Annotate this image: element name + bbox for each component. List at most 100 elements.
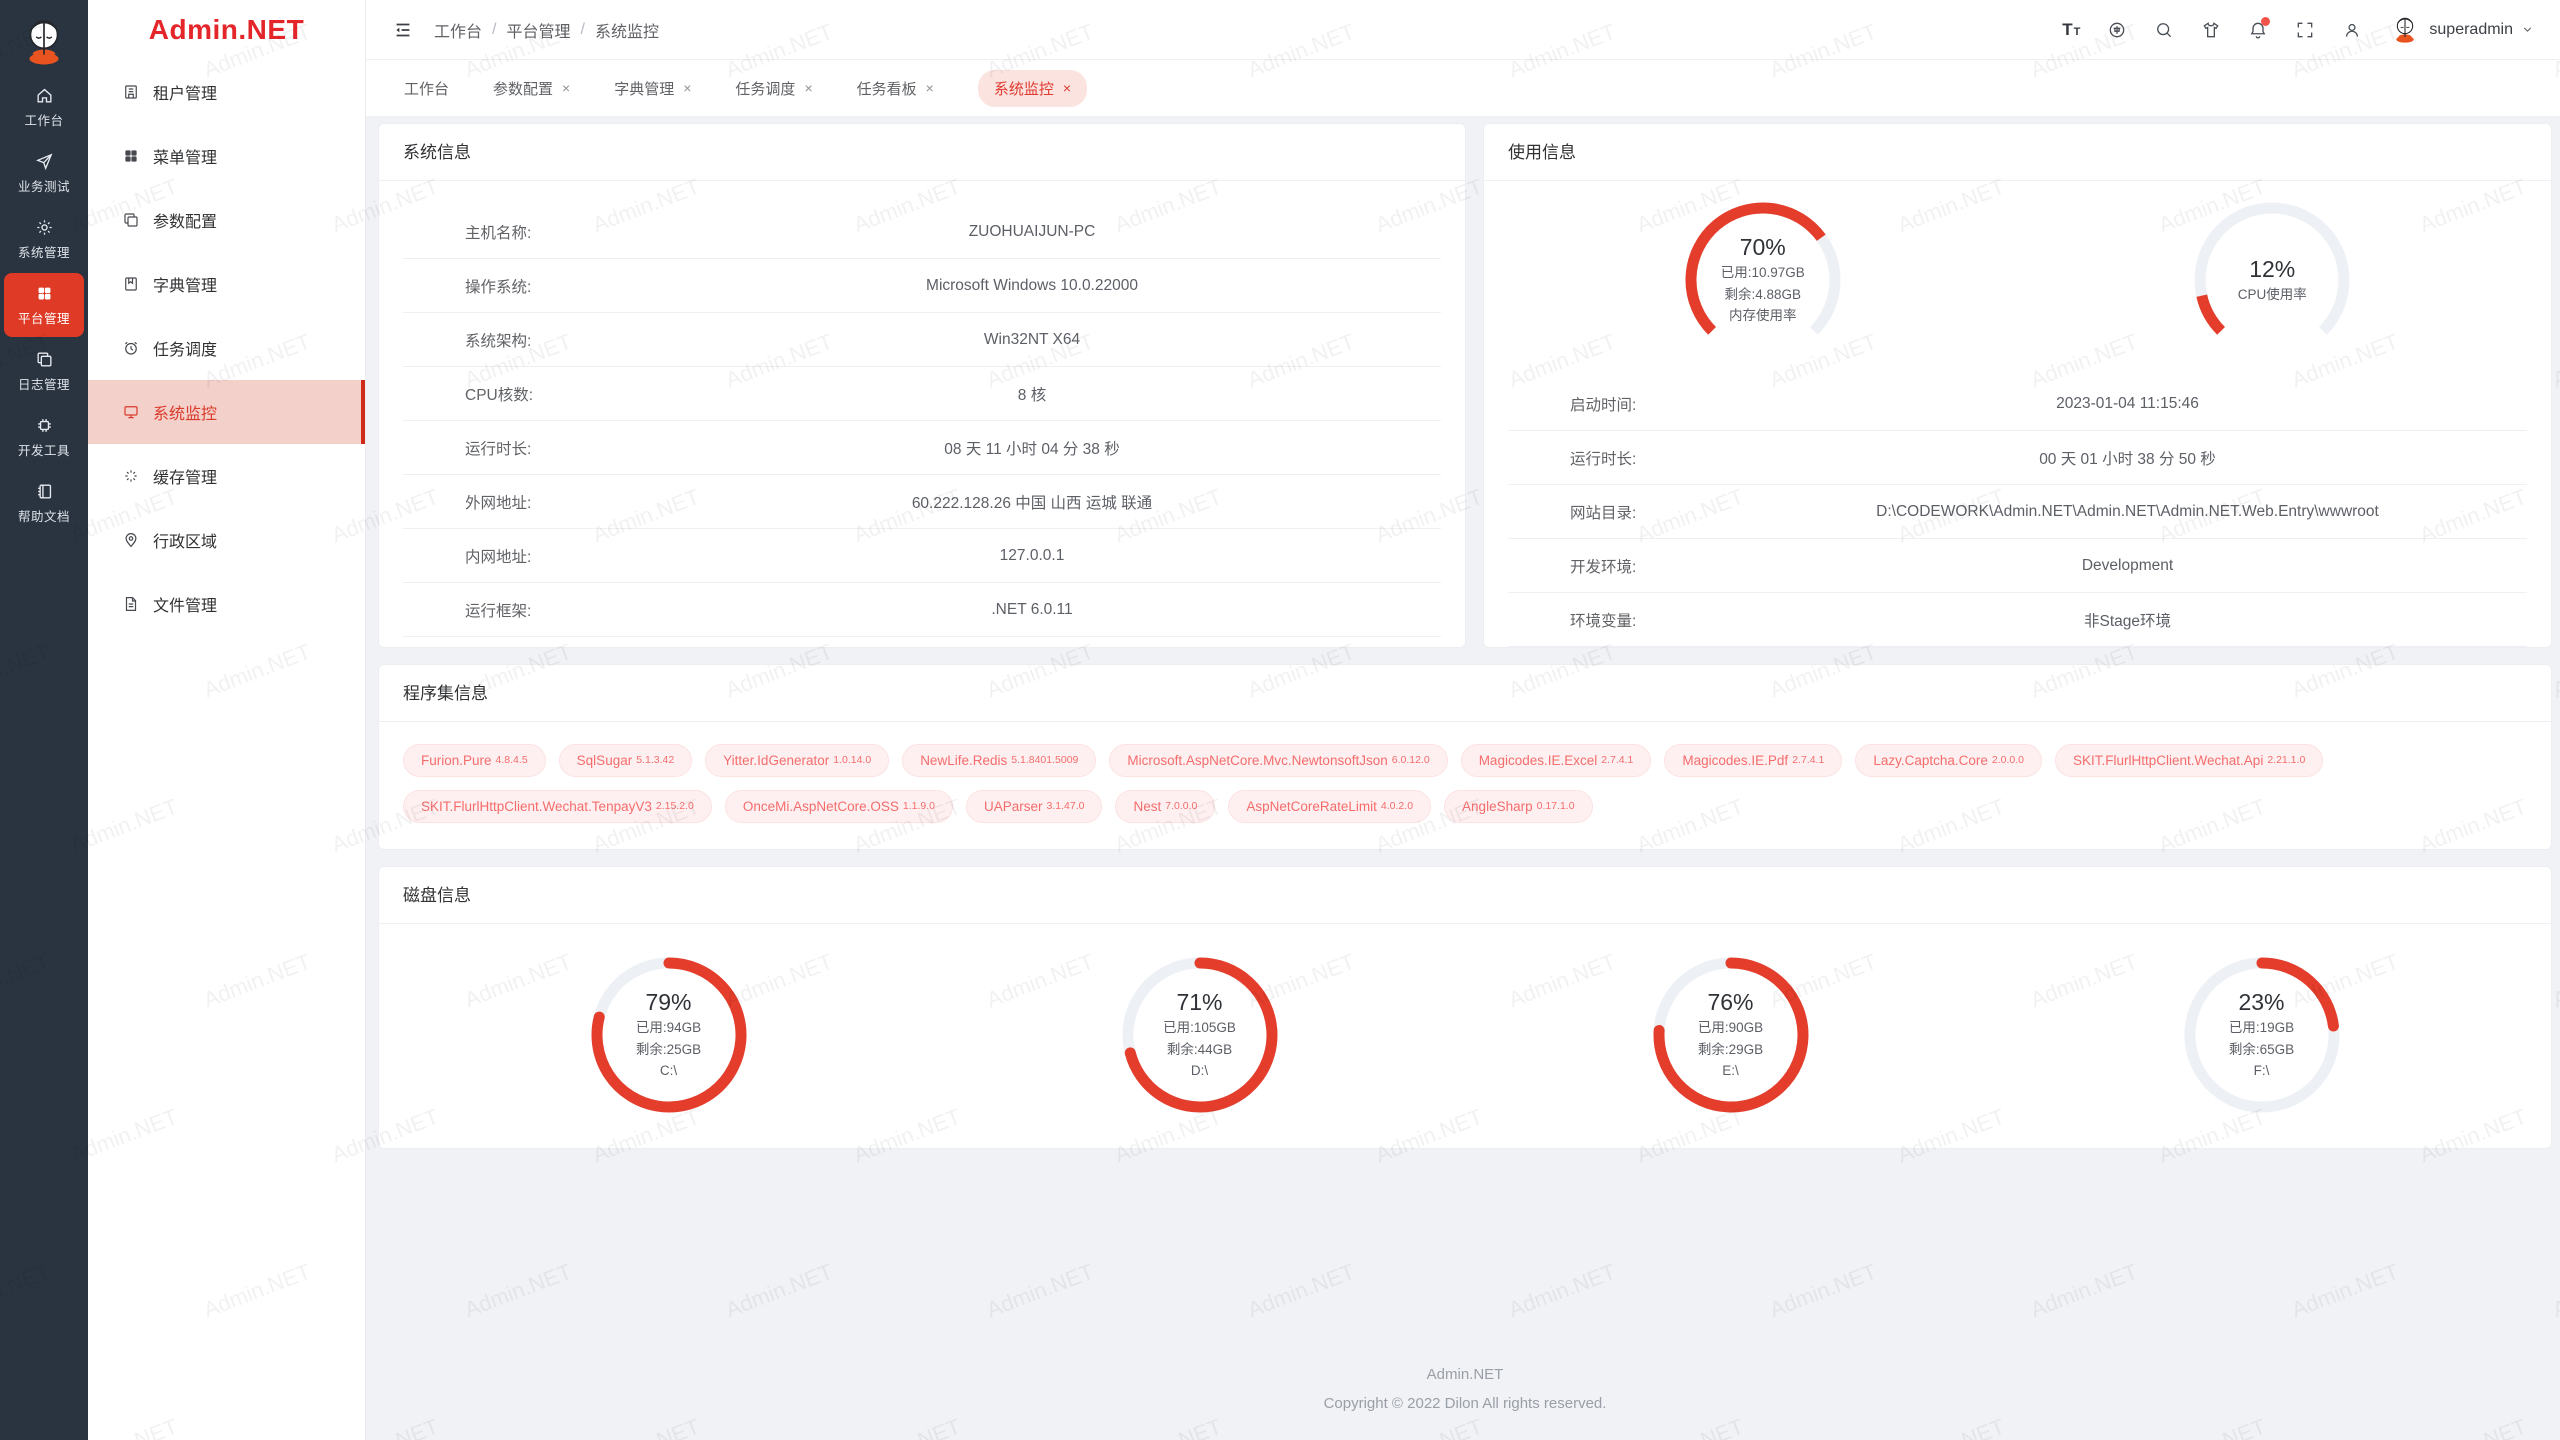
rail-item-dev-tools[interactable]: 开发工具 xyxy=(4,405,84,469)
sidebar-item-dict-mgmt[interactable]: 字典管理 xyxy=(88,252,365,316)
grid-icon xyxy=(122,147,140,165)
info-row: 启动时间:2023-01-04 11:15:46 xyxy=(1508,377,2527,431)
breadcrumb-item[interactable]: 平台管理 xyxy=(506,18,570,42)
theme-skin-icon[interactable] xyxy=(2201,20,2221,40)
breadcrumb: 工作台 / 平台管理 / 系统监控 xyxy=(434,18,659,42)
card-title: 系统信息 xyxy=(379,124,1465,181)
system-info-card: 系统信息 主机名称:ZUOHUAIJUN-PC 操作系统:Microsoft W… xyxy=(378,123,1466,648)
close-icon[interactable]: × xyxy=(562,80,570,96)
language-icon[interactable] xyxy=(2107,20,2127,40)
assemblies-card: 程序集信息 Furion.Pure4.8.4.5 SqlSugar5.1.3.4… xyxy=(378,664,2552,850)
rail-item-label: 工作台 xyxy=(24,110,63,129)
loader-icon xyxy=(122,467,140,485)
rail-item-workbench[interactable]: 工作台 xyxy=(4,75,84,139)
info-row: 运行时长:00 天 01 小时 38 分 50 秒 xyxy=(1508,431,2527,485)
sidebar-item-menu-mgmt[interactable]: 菜单管理 xyxy=(88,124,365,188)
sidebar-item-label: 菜单管理 xyxy=(153,144,217,168)
rail-item-business-test[interactable]: 业务测试 xyxy=(4,141,84,205)
breadcrumb-separator: / xyxy=(580,21,584,39)
notebook-icon xyxy=(35,482,54,501)
avatar xyxy=(2389,14,2421,46)
info-row: 环境变量:非Stage环境 xyxy=(1508,593,2527,647)
sidebar-menu: Admin.NET 租户管理 菜单管理 参数配置 字典管理 任务调度 系统监控 … xyxy=(88,0,366,1440)
assembly-tags: Furion.Pure4.8.4.5 SqlSugar5.1.3.42 Yitt… xyxy=(403,722,2527,849)
tab-workbench[interactable]: 工作台 xyxy=(404,78,449,99)
assembly-tag: SKIT.FlurlHttpClient.Wechat.Api2.21.1.0 xyxy=(2055,744,2323,777)
info-row: 运行框架:.NET 6.0.11 xyxy=(403,583,1441,637)
info-row: 内网地址:127.0.0.1 xyxy=(403,529,1441,583)
sidebar-item-label: 系统监控 xyxy=(153,400,217,424)
rail-item-log-mgmt[interactable]: 日志管理 xyxy=(4,339,84,403)
user-settings-icon[interactable] xyxy=(2342,20,2362,40)
font-size-icon[interactable]: TT xyxy=(2062,21,2080,38)
rail-item-label: 日志管理 xyxy=(18,374,70,393)
assembly-tag: UAParser3.1.47.0 xyxy=(966,790,1102,823)
sidebar-item-label: 参数配置 xyxy=(153,208,217,232)
rail-item-help-docs[interactable]: 帮助文档 xyxy=(4,471,84,535)
fullscreen-icon[interactable] xyxy=(2295,20,2315,40)
paper-plane-icon xyxy=(35,152,54,171)
assembly-tag: AngleSharp0.17.1.0 xyxy=(1444,790,1593,823)
breadcrumb-item[interactable]: 工作台 xyxy=(434,18,482,42)
assembly-tag: Magicodes.IE.Pdf2.7.4.1 xyxy=(1664,744,1842,777)
disk-gauge-f: 23% 已用:19GB 剩余:65GB F:\ xyxy=(2177,950,2347,1120)
chip-icon xyxy=(35,416,54,435)
rail-item-platform-mgmt[interactable]: 平台管理 xyxy=(4,273,84,337)
menu-fold-icon[interactable] xyxy=(392,19,414,41)
close-icon[interactable]: × xyxy=(804,80,812,96)
tab-param-config[interactable]: 参数配置× xyxy=(493,78,570,99)
search-icon[interactable] xyxy=(2154,20,2174,40)
close-icon[interactable]: × xyxy=(1063,80,1071,96)
sidebar-item-system-monitor[interactable]: 系统监控 xyxy=(88,380,365,444)
disk-gauge-c: 79% 已用:94GB 剩余:25GB C:\ xyxy=(584,950,754,1120)
memory-usage-gauge: 70% 已用:10.97GB 剩余:4.88GB 内存使用率 xyxy=(1678,195,1848,365)
copy-docs-icon xyxy=(122,211,140,229)
map-pin-icon xyxy=(122,531,140,549)
tab-system-monitor[interactable]: 系统监控× xyxy=(978,70,1087,107)
disk-gauge-d: 71% 已用:105GB 剩余:44GB D:\ xyxy=(1115,950,1285,1120)
building-icon xyxy=(122,83,140,101)
assembly-tag: Microsoft.AspNetCore.Mvc.NewtonsoftJson6… xyxy=(1109,744,1447,777)
copy-docs-icon xyxy=(35,350,54,369)
username: superadmin xyxy=(2429,21,2513,39)
notification-bell-icon[interactable] xyxy=(2248,20,2268,40)
sidebar-item-label: 缓存管理 xyxy=(153,464,217,488)
assembly-tag: Nest7.0.0.0 xyxy=(1115,790,1215,823)
assembly-tag: OnceMi.AspNetCore.OSS1.1.9.0 xyxy=(725,790,953,823)
home-icon xyxy=(35,86,54,105)
usage-info-card: 使用信息 70% 已用:10.97GB 剩余:4.88GB xyxy=(1483,123,2552,648)
tab-dict-mgmt[interactable]: 字典管理× xyxy=(614,78,691,99)
info-row: 外网地址:60.222.128.26 中国 山西 运城 联通 xyxy=(403,475,1441,529)
tab-task-board[interactable]: 任务看板× xyxy=(857,78,934,99)
sidebar-item-label: 文件管理 xyxy=(153,592,217,616)
sidebar-item-label: 租户管理 xyxy=(153,80,217,104)
sidebar-item-task-schedule[interactable]: 任务调度 xyxy=(88,316,365,380)
icon-rail: 工作台 业务测试 系统管理 平台管理 日志管理 开发工具 帮助文档 xyxy=(0,0,88,1440)
assembly-tag: Magicodes.IE.Excel2.7.4.1 xyxy=(1461,744,1652,777)
topbar-actions: TT xyxy=(2062,14,2534,46)
info-row: 系统架构:Win32NT X64 xyxy=(403,313,1441,367)
rail-item-system-mgmt[interactable]: 系统管理 xyxy=(4,207,84,271)
page-footer: Admin.NET Copyright © 2022 Dilon All rig… xyxy=(378,1361,2552,1418)
user-dropdown[interactable]: superadmin xyxy=(2389,14,2534,46)
brand-logo-text: Admin.NET xyxy=(88,0,365,60)
card-title: 磁盘信息 xyxy=(379,867,2551,924)
tab-task-schedule[interactable]: 任务调度× xyxy=(735,78,812,99)
sidebar-item-cache-mgmt[interactable]: 缓存管理 xyxy=(88,444,365,508)
sidebar-item-param-config[interactable]: 参数配置 xyxy=(88,188,365,252)
breadcrumb-separator: / xyxy=(492,21,496,39)
info-row: 网站目录:D:\CODEWORK\Admin.NET\Admin.NET\Adm… xyxy=(1508,485,2527,539)
card-title: 使用信息 xyxy=(1484,124,2551,181)
notification-badge xyxy=(2261,17,2270,26)
sidebar-item-file-mgmt[interactable]: 文件管理 xyxy=(88,572,365,636)
footer-brand: Admin.NET xyxy=(378,1361,2552,1390)
sidebar-item-tenant-mgmt[interactable]: 租户管理 xyxy=(88,60,365,124)
book-icon xyxy=(122,275,140,293)
sidebar-item-admin-region[interactable]: 行政区域 xyxy=(88,508,365,572)
close-icon[interactable]: × xyxy=(926,80,934,96)
rail-item-label: 帮助文档 xyxy=(18,506,70,525)
topbar: 工作台 / 平台管理 / 系统监控 TT xyxy=(366,0,2560,60)
main-area: 工作台 / 平台管理 / 系统监控 TT xyxy=(366,0,2560,1440)
close-icon[interactable]: × xyxy=(683,80,691,96)
breadcrumb-item[interactable]: 系统监控 xyxy=(595,18,659,42)
